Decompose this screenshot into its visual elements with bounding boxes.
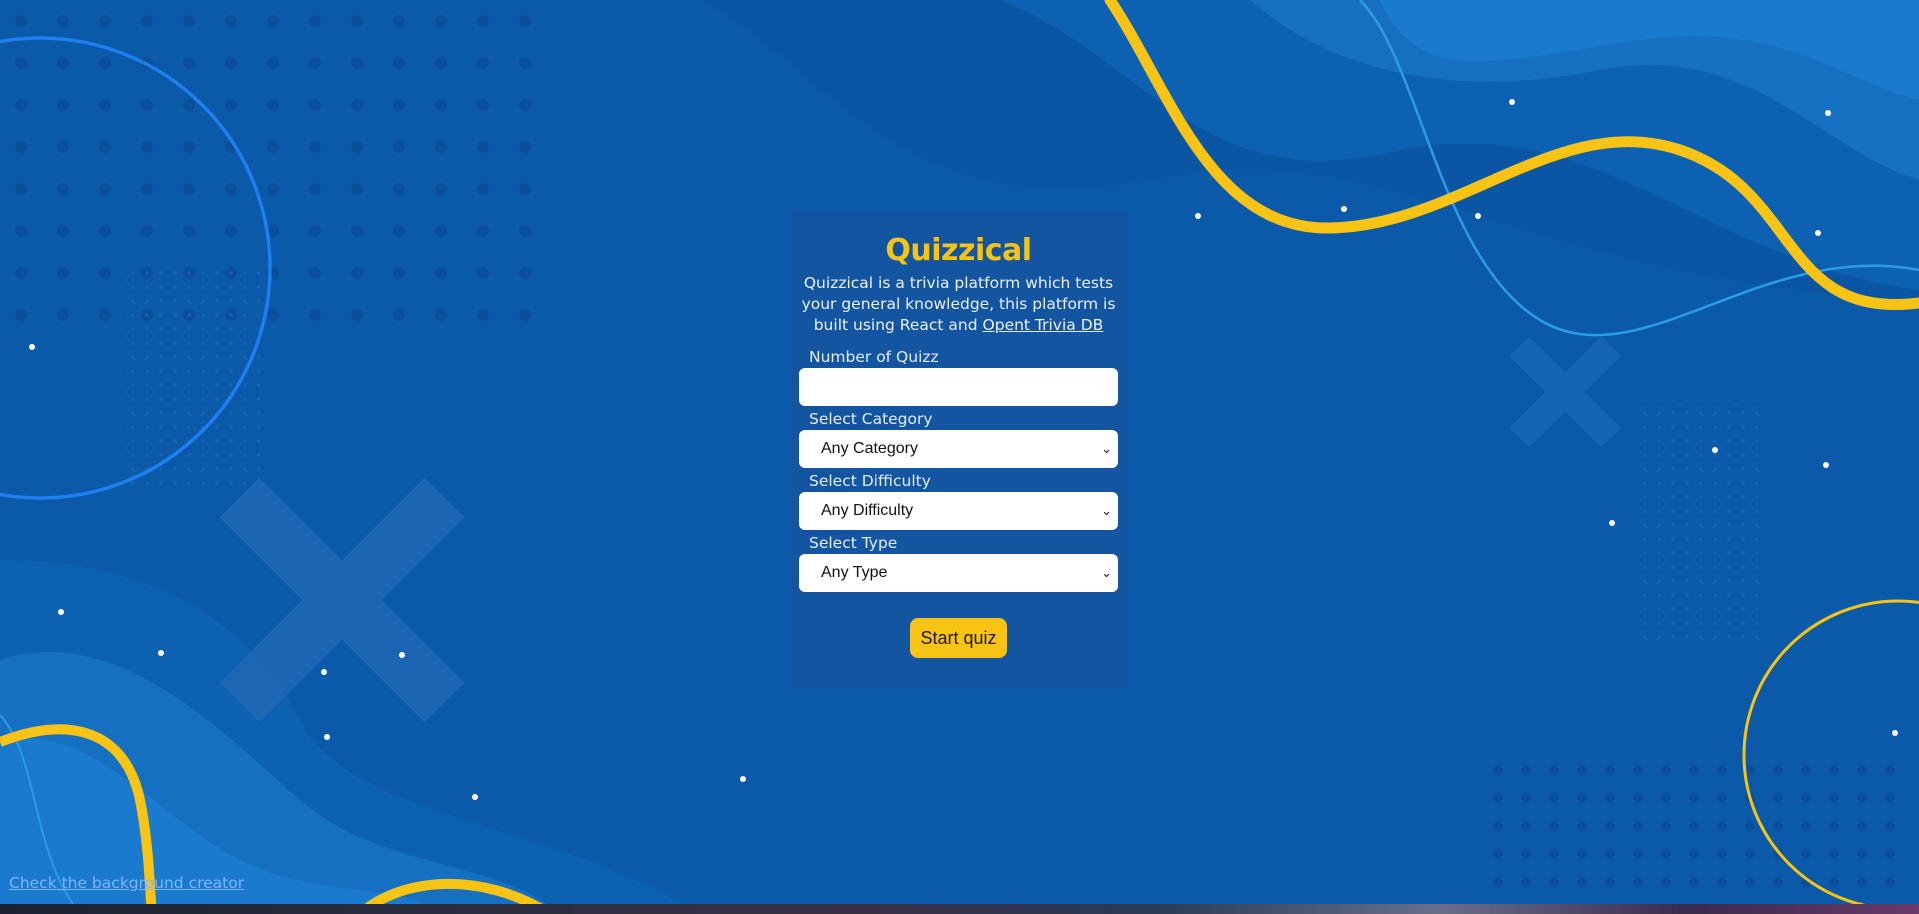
type-select[interactable]: Any Type ⌄: [799, 554, 1118, 592]
app-title: Quizzical: [885, 233, 1032, 268]
number-of-quizz-label: Number of Quizz: [809, 348, 939, 366]
open-trivia-db-link[interactable]: Opent Trivia DB: [983, 316, 1104, 334]
chevron-down-icon: ⌄: [1101, 503, 1112, 518]
select-difficulty-label: Select Difficulty: [809, 472, 931, 490]
desktop-strip: [0, 904, 1919, 914]
difficulty-select[interactable]: Any Difficulty ⌄: [799, 492, 1118, 530]
difficulty-select-value: Any Difficulty: [821, 502, 914, 519]
category-select-value: Any Category: [821, 440, 918, 457]
start-quiz-button[interactable]: Start quiz: [910, 618, 1007, 658]
chevron-down-icon: ⌄: [1101, 565, 1112, 580]
app-description: Quizzical is a trivia platform which tes…: [799, 273, 1118, 336]
type-select-value: Any Type: [821, 564, 888, 581]
select-type-label: Select Type: [809, 534, 898, 552]
select-category-label: Select Category: [809, 410, 933, 428]
page-background: Quizzical Quizzical is a trivia platform…: [0, 0, 1919, 914]
background-creator-link[interactable]: Check the background creator: [9, 874, 244, 892]
number-of-quizz-input[interactable]: [799, 368, 1118, 406]
quiz-setup-card: Quizzical Quizzical is a trivia platform…: [789, 211, 1128, 689]
category-select[interactable]: Any Category ⌄: [799, 430, 1118, 468]
chevron-down-icon: ⌄: [1101, 441, 1112, 456]
